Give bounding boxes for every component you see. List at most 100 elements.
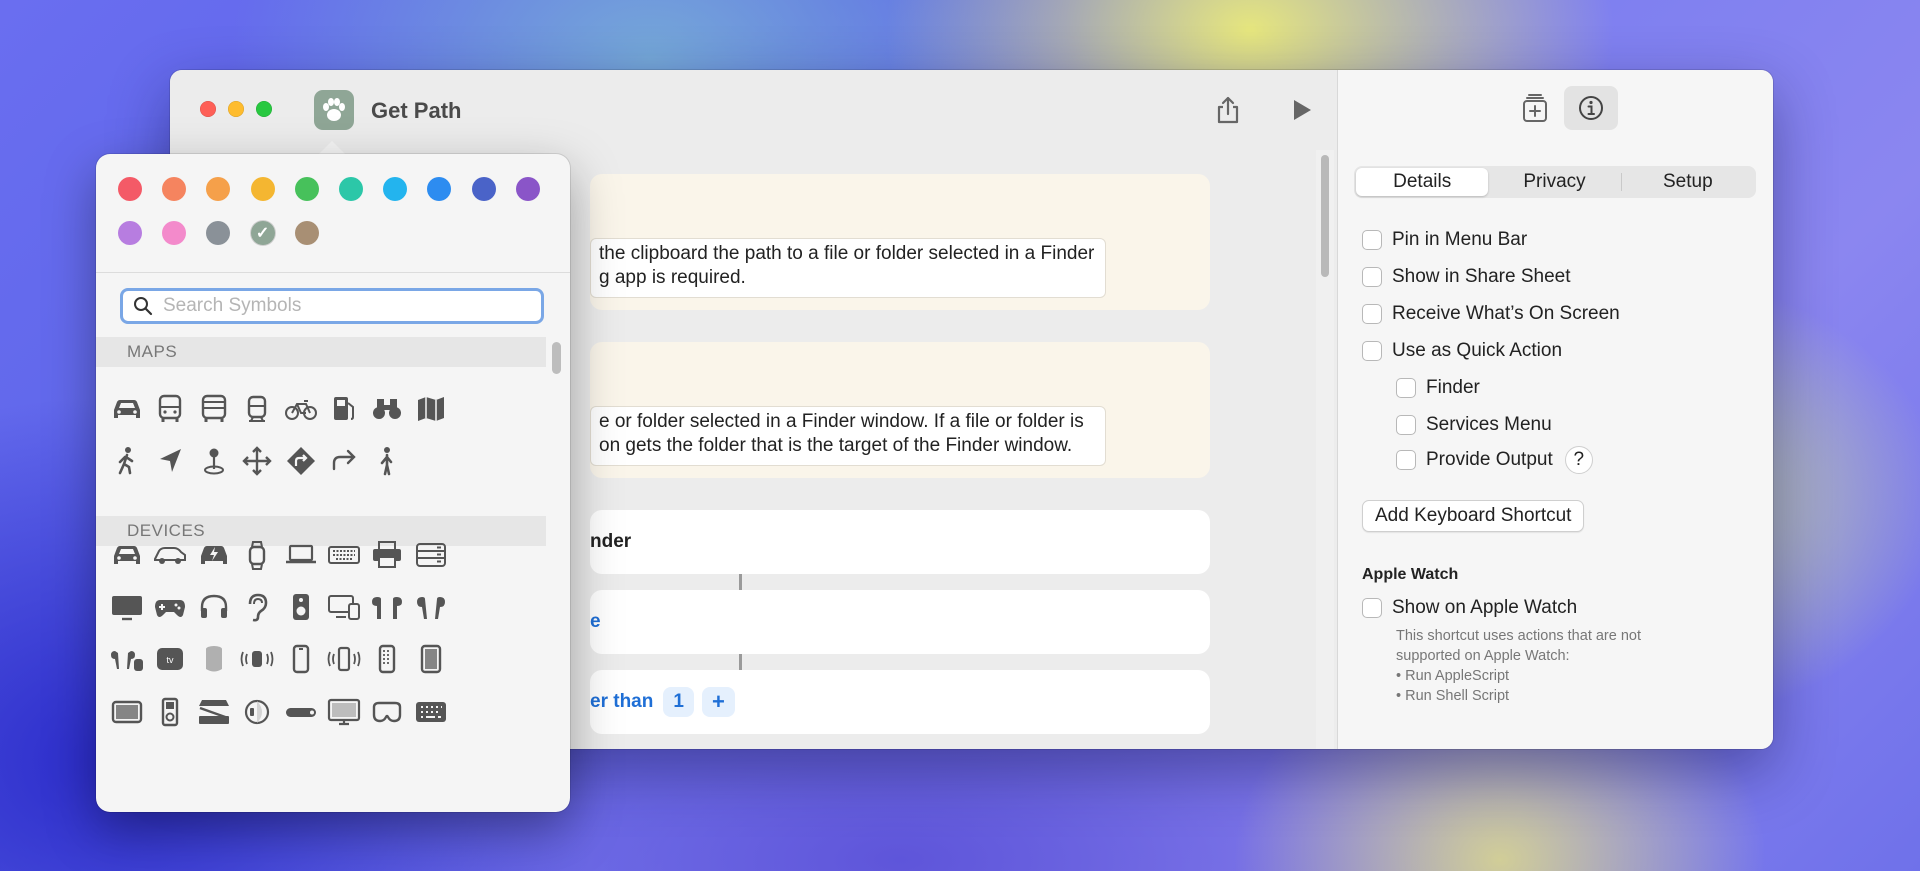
- color-swatch[interactable]: [162, 177, 187, 201]
- tram-symbol-button[interactable]: [237, 389, 277, 429]
- standing-figure-symbol-button[interactable]: [367, 441, 407, 481]
- add-keyboard-shortcut-button[interactable]: Add Keyboard Shortcut: [1362, 500, 1585, 532]
- homepod-symbol-button[interactable]: [194, 639, 234, 679]
- checkbox[interactable]: [1396, 450, 1416, 470]
- electric-car-symbol-button[interactable]: [194, 535, 234, 575]
- option-provide-output[interactable]: Provide Output ?: [1396, 446, 1593, 474]
- action-2-parameter[interactable]: e: [590, 611, 601, 633]
- color-swatch[interactable]: [339, 177, 363, 201]
- turn-sign-symbol-button[interactable]: [281, 441, 321, 481]
- ipad-symbol-button[interactable]: [411, 639, 451, 679]
- checkbox[interactable]: [1362, 598, 1382, 618]
- action-3-condition[interactable]: er than: [590, 691, 653, 713]
- color-swatch[interactable]: [206, 221, 231, 245]
- shortcut-title[interactable]: Get Path: [371, 98, 461, 124]
- checkbox[interactable]: [1362, 341, 1382, 361]
- color-swatch[interactable]: [294, 221, 319, 245]
- editor-scroll-thumb[interactable]: [1321, 155, 1329, 277]
- ipad-landscape-symbol-button[interactable]: [107, 692, 147, 732]
- popover-scroll-thumb[interactable]: [552, 342, 561, 374]
- comment-action-1[interactable]: the clipboard the path to a file or fold…: [590, 174, 1210, 310]
- checkbox[interactable]: [1362, 304, 1382, 324]
- color-swatch[interactable]: [118, 177, 142, 201]
- gamecontroller-symbol-button[interactable]: [150, 587, 190, 627]
- tab-privacy[interactable]: Privacy: [1488, 168, 1620, 196]
- action-card-2[interactable]: e: [590, 590, 1210, 654]
- scanner-symbol-button[interactable]: [194, 692, 234, 732]
- run-button[interactable]: [1284, 92, 1320, 128]
- location-arrow-symbol-button[interactable]: [150, 441, 190, 481]
- iphone-symbol-button[interactable]: [281, 639, 321, 679]
- display-symbol-button[interactable]: [107, 587, 147, 627]
- option-finder[interactable]: Finder: [1396, 377, 1480, 399]
- minimize-window-button[interactable]: [228, 101, 244, 117]
- tab-details[interactable]: Details: [1356, 168, 1489, 196]
- fuel-pump-symbol-button[interactable]: [324, 389, 364, 429]
- color-swatch[interactable]: [471, 177, 496, 201]
- option-receive-whats-on-screen[interactable]: Receive What’s On Screen: [1362, 303, 1620, 325]
- action-3-value[interactable]: 1: [663, 687, 694, 717]
- color-swatch[interactable]: [294, 177, 319, 201]
- binoculars-symbol-button[interactable]: [367, 389, 407, 429]
- car-side-symbol-button[interactable]: [150, 535, 190, 575]
- server-rack-symbol-button[interactable]: [411, 535, 451, 575]
- color-swatch[interactable]: [118, 221, 142, 245]
- action-card-3[interactable]: er than 1 +: [590, 670, 1210, 734]
- tab-setup[interactable]: Setup: [1622, 168, 1754, 196]
- numeric-keypad-symbol-button[interactable]: [411, 692, 451, 732]
- option-show-on-apple-watch[interactable]: Show on Apple Watch: [1362, 597, 1577, 619]
- airpods-symbol-button[interactable]: [367, 587, 407, 627]
- hearing-symbol-button[interactable]: [237, 587, 277, 627]
- turn-right-arrow-symbol-button[interactable]: [324, 441, 364, 481]
- vision-pro-symbol-button[interactable]: [367, 692, 407, 732]
- close-window-button[interactable]: [200, 101, 216, 117]
- checkbox[interactable]: [1396, 378, 1416, 398]
- checkbox[interactable]: [1362, 230, 1382, 250]
- airpods-pro-symbol-button[interactable]: [411, 587, 451, 627]
- remote-symbol-button[interactable]: [281, 692, 321, 732]
- color-swatch-selected[interactable]: ✓: [250, 221, 275, 245]
- option-services-menu[interactable]: Services Menu: [1396, 414, 1552, 436]
- laptop-symbol-button[interactable]: [281, 535, 321, 575]
- comment-action-2[interactable]: e or folder selected in a Finder window.…: [590, 342, 1210, 478]
- search-input[interactable]: [163, 295, 533, 317]
- info-button[interactable]: [1564, 86, 1618, 130]
- desktop-devices-symbol-button[interactable]: [324, 587, 364, 627]
- watch-side-symbol-button[interactable]: [237, 692, 277, 732]
- ipod-symbol-button[interactable]: [367, 639, 407, 679]
- watch-symbol-button[interactable]: [237, 535, 277, 575]
- appletv-symbol-button[interactable]: tv: [150, 639, 190, 679]
- bicycle-symbol-button[interactable]: [281, 389, 321, 429]
- help-button[interactable]: ?: [1564, 446, 1593, 474]
- bus-symbol-button[interactable]: [150, 389, 190, 429]
- share-button[interactable]: [1210, 92, 1246, 128]
- watch-wave-symbol-button[interactable]: [237, 639, 277, 679]
- color-swatch[interactable]: [427, 177, 452, 201]
- shortcut-icon-button[interactable]: [314, 90, 354, 130]
- move-arrows-symbol-button[interactable]: [237, 441, 277, 481]
- headphones-symbol-button[interactable]: [194, 587, 234, 627]
- zoom-window-button[interactable]: [256, 101, 272, 117]
- monitor-symbol-button[interactable]: [324, 692, 364, 732]
- color-swatch[interactable]: [162, 221, 187, 245]
- option-show-in-share-sheet[interactable]: Show in Share Sheet: [1362, 266, 1571, 288]
- keyboard-symbol-button[interactable]: [324, 535, 364, 575]
- comment-text-1[interactable]: the clipboard the path to a file or fold…: [590, 238, 1106, 298]
- map-pin-symbol-button[interactable]: [194, 441, 234, 481]
- color-swatch[interactable]: [206, 177, 231, 201]
- car-symbol-button[interactable]: [107, 535, 147, 575]
- color-swatch[interactable]: [250, 177, 275, 201]
- iphone-wave-symbol-button[interactable]: [324, 639, 364, 679]
- map-symbol-button[interactable]: [411, 389, 451, 429]
- car-symbol-button[interactable]: [107, 389, 147, 429]
- option-pin-in-menu-bar[interactable]: Pin in Menu Bar: [1362, 229, 1527, 251]
- ipod-classic-symbol-button[interactable]: [150, 692, 190, 732]
- airpods-case-symbol-button[interactable]: [107, 639, 147, 679]
- checkbox[interactable]: [1396, 415, 1416, 435]
- color-swatch[interactable]: [515, 177, 540, 201]
- action-card-1[interactable]: nder: [590, 510, 1210, 574]
- speaker-symbol-button[interactable]: [281, 587, 321, 627]
- color-swatch[interactable]: [383, 177, 408, 201]
- library-button[interactable]: [1508, 86, 1562, 130]
- walking-symbol-button[interactable]: [107, 441, 147, 481]
